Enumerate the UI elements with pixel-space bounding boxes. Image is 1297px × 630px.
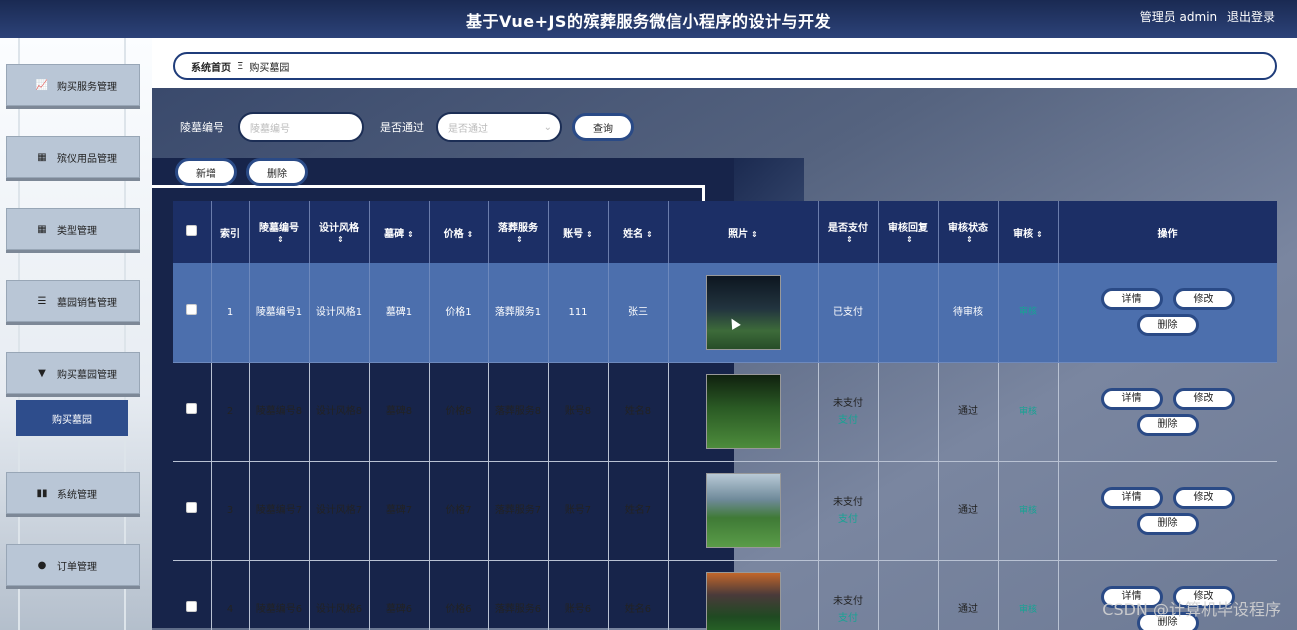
decor-line	[152, 185, 704, 188]
hammer-icon: ▼	[38, 367, 46, 379]
query-button[interactable]: 查询	[572, 113, 634, 141]
user-name: 管理员 admin	[1139, 10, 1218, 24]
sliders-icon: ☰	[37, 295, 47, 307]
detail-button[interactable]: 详情	[1100, 288, 1163, 311]
detail-button[interactable]: 详情	[1100, 387, 1163, 410]
line-chart-icon: 📈	[35, 79, 49, 91]
select-all-header	[173, 201, 212, 263]
audit-link[interactable]: 审核	[1019, 605, 1037, 615]
sidebar-item-orders[interactable]: ● 订单管理	[6, 544, 140, 586]
sidebar-item-cemetery-sales[interactable]: ☰ 墓园销售管理	[6, 280, 140, 322]
col-name[interactable]: 姓名 ⇕	[608, 201, 669, 263]
row-checkbox[interactable]	[186, 601, 198, 612]
pass-label: 是否通过	[380, 121, 424, 134]
sidebar-item-purchase-cemetery[interactable]: ▼ 购买墓园管理	[6, 352, 140, 394]
breadcrumb-separator: Ξ	[237, 60, 244, 72]
sidebar-item-system[interactable]: ▮▮ 系统管理	[6, 472, 140, 514]
breadcrumb: 系统首页 Ξ 购买墓园	[173, 52, 1277, 80]
sidebar-item-purchase-service[interactable]: 📈 购买服务管理	[6, 64, 140, 106]
sort-icon: ⇕	[337, 235, 344, 244]
delete-button[interactable]: 删除	[246, 158, 308, 186]
sidebar: 📈 购买服务管理 ▦ 殡仪用品管理 ▦ 类型管理 ☰ 墓园销售管理 ▼ 购买墓园管理 购买…	[0, 38, 152, 630]
pass-select-placeholder: 是否通过	[448, 123, 488, 135]
row-delete-button[interactable]: 删除	[1136, 413, 1199, 436]
col-ops: 操作	[1058, 201, 1277, 263]
bar-chart-icon: ▮▮	[36, 487, 48, 499]
photo-thumbnail[interactable]	[705, 473, 781, 548]
audit-link[interactable]: 审核	[1019, 407, 1037, 417]
col-tomb[interactable]: 墓碑 ⇕	[369, 201, 430, 263]
sort-icon: ⇕	[751, 229, 758, 239]
table-row[interactable]: 1 陵墓编号1 设计风格1 墓碑1 价格1 落葬服务1 111 张三 已支付 待…	[173, 263, 1277, 363]
sidebar-item-funeral-goods[interactable]: ▦ 殡仪用品管理	[6, 136, 140, 178]
row-checkbox[interactable]	[186, 502, 198, 513]
edit-button[interactable]: 修改	[1172, 486, 1235, 509]
select-all-checkbox[interactable]	[186, 225, 198, 236]
breadcrumb-current: 购买墓园	[249, 62, 290, 74]
breadcrumb-bar: 系统首页 Ξ 购买墓园	[152, 38, 1297, 88]
col-reply[interactable]: 审核回复 ⇕	[878, 201, 939, 263]
col-account[interactable]: 账号 ⇕	[548, 201, 609, 263]
detail-button[interactable]: 详情	[1100, 486, 1163, 509]
col-code[interactable]: 陵墓编号 ⇕	[249, 201, 310, 263]
submenu-purchase-cemetery[interactable]: 购买墓园	[16, 400, 128, 436]
sort-icon: ⇕	[466, 229, 474, 239]
sort-icon: ⇕	[646, 229, 653, 239]
audit-link[interactable]: 审核	[1019, 307, 1037, 317]
code-label: 陵墓编号	[180, 121, 224, 134]
photo-thumbnail[interactable]	[705, 374, 781, 449]
chevron-down-icon: ⌄	[543, 121, 552, 133]
row-checkbox[interactable]	[186, 303, 198, 315]
col-status[interactable]: 审核状态 ⇕	[938, 201, 999, 263]
app-title: 基于Vue+JS的殡葬服务微信小程序的设计与开发	[466, 12, 831, 31]
row-delete-button[interactable]: 删除	[1136, 314, 1199, 337]
breadcrumb-home[interactable]: 系统首页	[191, 59, 231, 74]
audit-link[interactable]: 审核	[1019, 506, 1037, 516]
col-index: 索引	[211, 201, 250, 263]
sidebar-divider	[124, 38, 126, 630]
sort-icon: ⇕	[407, 229, 414, 239]
sort-icon: ⇕	[966, 235, 973, 244]
location-pin-icon: ●	[37, 559, 47, 571]
photo-thumbnail[interactable]	[705, 572, 781, 630]
code-search-input[interactable]: 陵墓编号	[238, 112, 364, 142]
sort-icon: ⇕	[846, 235, 853, 244]
watermark: CSDN @计算机毕设程序	[1102, 600, 1281, 619]
sidebar-divider	[18, 38, 20, 630]
photo-thumbnail[interactable]	[705, 274, 781, 350]
grid-icon: ▦	[37, 223, 47, 235]
sort-icon: ⇕	[1036, 229, 1043, 239]
sort-icon: ⇕	[277, 235, 284, 244]
pay-link[interactable]: 支付	[838, 415, 858, 426]
sidebar-item-types[interactable]: ▦ 类型管理	[6, 208, 140, 250]
data-table: 索引 陵墓编号 ⇕ 设计风格 ⇕ 墓碑 ⇕ 价格 ⇕ 落葬服务 ⇕ 账号 ⇕ 姓名 ⇕ 照片 ⇕…	[173, 201, 1277, 630]
pass-select[interactable]: 是否通过 ⌄	[436, 112, 562, 142]
sort-icon: ⇕	[586, 229, 593, 239]
search-bar: 陵墓编号 陵墓编号 是否通过 是否通过 ⌄ 查询	[180, 112, 634, 142]
top-bar: 基于Vue+JS的殡葬服务微信小程序的设计与开发 管理员 admin 退出登录	[0, 0, 1297, 38]
edit-button[interactable]: 修改	[1172, 288, 1235, 311]
col-photo[interactable]: 照片 ⇕	[668, 201, 819, 263]
sort-icon: ⇕	[906, 235, 913, 244]
table-row[interactable]: 2 陵墓编号8 设计风格8 墓碑8 价格8 落葬服务8 账号8 姓名8 未支付支…	[173, 362, 1277, 462]
grid-icon: ▦	[37, 151, 47, 163]
row-delete-button[interactable]: 删除	[1136, 512, 1199, 535]
col-style[interactable]: 设计风格 ⇕	[309, 201, 370, 263]
sort-icon: ⇕	[516, 235, 523, 244]
edit-button[interactable]: 修改	[1172, 387, 1235, 410]
pay-link[interactable]: 支付	[838, 613, 858, 624]
table-header: 索引 陵墓编号 ⇕ 设计风格 ⇕ 墓碑 ⇕ 价格 ⇕ 落葬服务 ⇕ 账号 ⇕ 姓名 ⇕ 照片 ⇕…	[173, 201, 1277, 263]
user-area: 管理员 admin 退出登录	[1134, 8, 1275, 25]
row-checkbox[interactable]	[186, 403, 198, 414]
pay-link[interactable]: 支付	[838, 514, 858, 525]
table-row[interactable]: 3 陵墓编号7 设计风格7 墓碑7 价格7 落葬服务7 账号7 姓名7 未支付支…	[173, 461, 1277, 561]
logout-link[interactable]: 退出登录	[1227, 10, 1275, 24]
col-paid[interactable]: 是否支付 ⇕	[818, 201, 879, 263]
col-price[interactable]: 价格 ⇕	[429, 201, 489, 263]
add-button[interactable]: 新增	[175, 158, 237, 186]
col-audit[interactable]: 审核 ⇕	[998, 201, 1059, 263]
col-service[interactable]: 落葬服务 ⇕	[488, 201, 549, 263]
